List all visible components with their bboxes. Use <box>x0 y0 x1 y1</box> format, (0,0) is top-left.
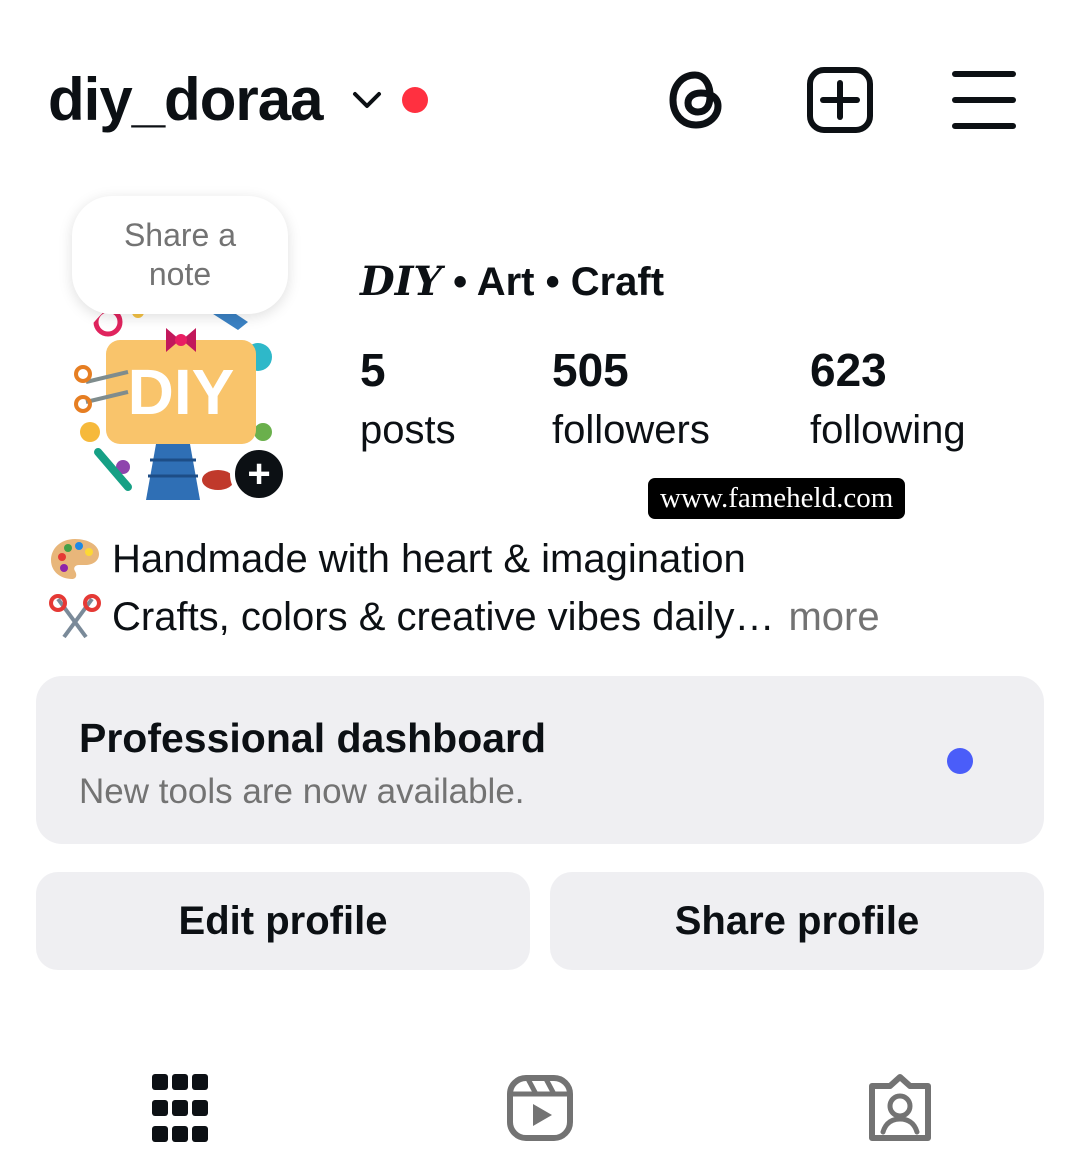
professional-dashboard-card[interactable]: Professional dashboard New tools are now… <box>36 676 1044 844</box>
menu-icon[interactable] <box>950 66 1018 134</box>
share-profile-button[interactable]: Share profile <box>550 872 1044 970</box>
following-label: following <box>810 408 966 452</box>
bio-ellipsis: … <box>734 594 775 639</box>
dashboard-subtitle: New tools are now available. <box>79 772 525 811</box>
edit-profile-button[interactable]: Edit profile <box>36 872 530 970</box>
bio: Handmade with heart & imagination Crafts… <box>48 530 1038 646</box>
followers-count: 505 <box>552 344 629 396</box>
dashboard-title: Professional dashboard <box>79 715 547 761</box>
watermark: www.fameheld.com <box>648 478 906 519</box>
stat-posts[interactable]: 5 posts <box>360 342 456 462</box>
bio-text-1: Handmade with heart & imagination <box>112 536 746 581</box>
svg-text:DIY: DIY <box>128 356 235 428</box>
display-name-prefix: DIY <box>360 258 442 305</box>
posts-label: posts <box>360 408 456 452</box>
followers-label: followers <box>552 408 710 452</box>
username[interactable]: diy_doraa <box>48 62 323 138</box>
add-story-button[interactable]: + <box>230 445 288 503</box>
following-count: 623 <box>810 344 887 396</box>
posts-count: 5 <box>360 344 386 396</box>
palette-emoji-icon <box>51 539 99 579</box>
scissors-emoji-icon <box>49 594 101 639</box>
share-note-label: Share a note <box>123 217 237 292</box>
grid-icon[interactable] <box>152 1074 208 1142</box>
reels-icon[interactable] <box>506 1074 574 1142</box>
new-indicator-dot <box>947 748 973 774</box>
add-post-icon[interactable] <box>806 66 874 134</box>
display-name-rest: • Art • Craft <box>441 260 665 304</box>
threads-icon[interactable] <box>662 66 730 134</box>
bio-text-2: Crafts, colors & creative vibes daily <box>112 594 735 639</box>
bio-line-2: Crafts, colors & creative vibes daily… mo… <box>48 588 1038 646</box>
profile-header: diy_doraa <box>0 0 1080 190</box>
bio-line-1: Handmade with heart & imagination <box>48 530 1038 588</box>
display-name: DIY • Art • Craft <box>360 258 664 305</box>
notification-dot <box>402 87 428 113</box>
share-note-bubble[interactable]: Share a note <box>72 196 288 314</box>
tagged-icon[interactable] <box>866 1074 934 1142</box>
bio-more-link[interactable]: more <box>788 595 879 640</box>
stat-following[interactable]: 623 following <box>810 342 966 462</box>
chevron-down-icon[interactable] <box>350 88 384 112</box>
stat-followers[interactable]: 505 followers <box>552 342 710 462</box>
